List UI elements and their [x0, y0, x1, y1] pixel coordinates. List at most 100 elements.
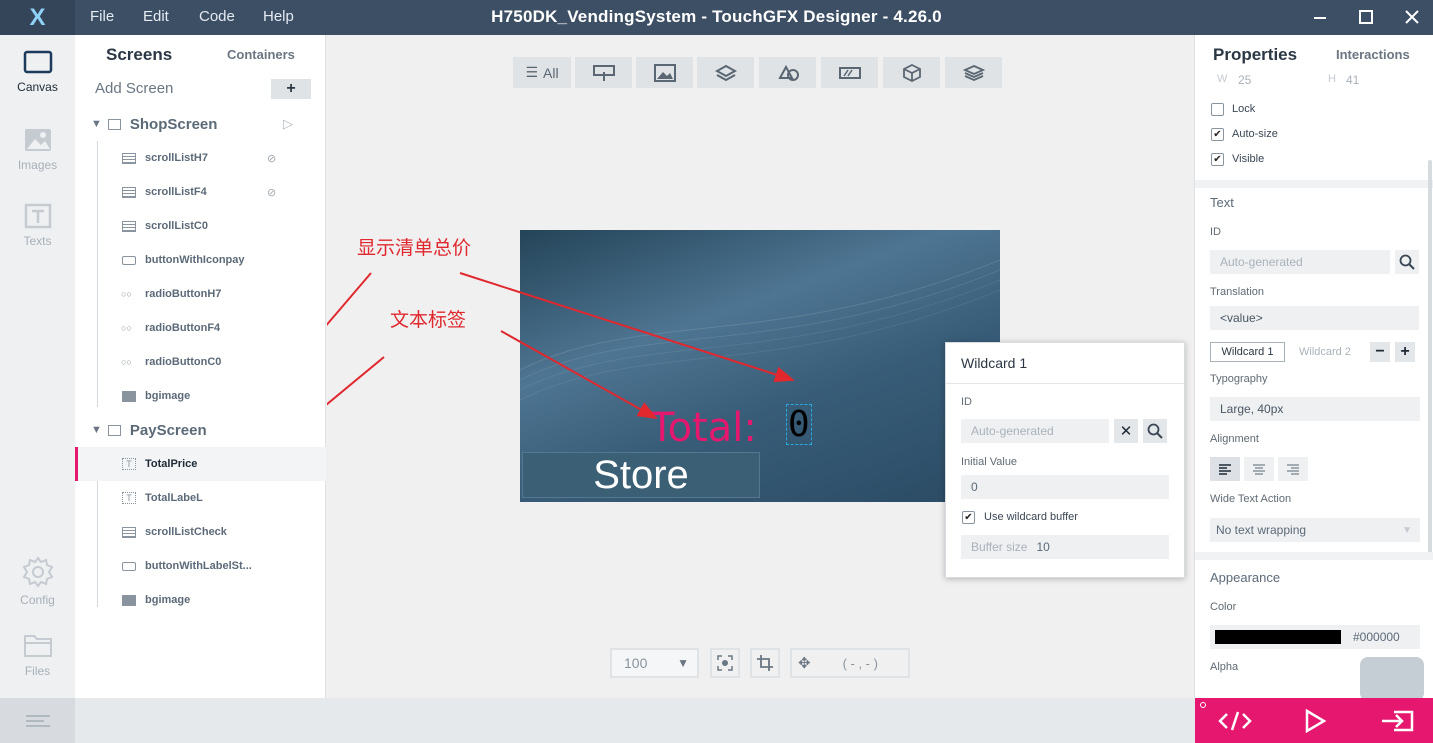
search-id-button[interactable]	[1143, 419, 1167, 443]
wildcard-id-input[interactable]: Auto-generated	[961, 419, 1109, 443]
menu-edit[interactable]: Edit	[143, 8, 169, 25]
menu-help[interactable]: Help	[263, 8, 294, 25]
color-swatch	[1215, 630, 1341, 644]
tree-row-scrolllist-h7[interactable]: scrollListH7 ⊘	[75, 141, 326, 175]
minimize-button[interactable]	[1307, 5, 1333, 29]
text-id-search-button[interactable]	[1395, 250, 1419, 274]
scrollbar[interactable]	[1428, 160, 1432, 560]
buffer-size-input[interactable]: Buffer size 10	[961, 535, 1169, 559]
scroll-list-icon	[122, 186, 136, 198]
tree-row-bgimage-pay[interactable]: bgimage	[75, 583, 326, 617]
maximize-button[interactable]	[1353, 5, 1379, 29]
tree-row-bgimage-shop[interactable]: bgimage	[75, 379, 326, 413]
folder-icon	[23, 635, 52, 657]
clear-id-button[interactable]: ✕	[1114, 419, 1138, 443]
run-target-button[interactable]	[1377, 708, 1417, 734]
widget-label: bgimage	[145, 390, 191, 402]
tree-row-button-label[interactable]: buttonWithLabelSt...	[75, 549, 326, 583]
run-simulator-button[interactable]	[1300, 708, 1330, 734]
tab-interactions[interactable]: Interactions	[1336, 47, 1410, 62]
search-icon	[1147, 423, 1163, 439]
rail-files[interactable]: Files	[0, 631, 75, 701]
add-screen-button[interactable]: +	[271, 79, 311, 99]
add-wildcard-button[interactable]: +	[1395, 342, 1415, 362]
initial-value-input[interactable]: 0	[961, 475, 1169, 499]
play-icon[interactable]: ▷	[283, 116, 293, 132]
text-id-input[interactable]: Auto-generated	[1210, 250, 1390, 274]
translation-input[interactable]: <value>	[1210, 306, 1419, 330]
screen-item-shop[interactable]: ▼ ShopScreen ▷	[75, 107, 326, 141]
menu-file[interactable]: File	[90, 8, 114, 25]
crop-button[interactable]	[750, 648, 780, 678]
use-buffer-checkbox[interactable]: ✔	[962, 511, 975, 524]
rail-config[interactable]: Config	[0, 556, 75, 626]
auto-size-checkbox[interactable]: ✔	[1211, 128, 1224, 141]
remove-wildcard-button[interactable]: −	[1370, 342, 1390, 362]
tree-row-radio-c0[interactable]: ○○ radioButtonC0	[75, 345, 326, 379]
align-right-button[interactable]	[1278, 457, 1308, 481]
align-center-button[interactable]	[1244, 457, 1274, 481]
tree-row-scrolllist-check[interactable]: scrollListCheck	[75, 515, 326, 549]
visible-label: Visible	[1232, 153, 1265, 165]
close-button[interactable]	[1399, 5, 1425, 29]
code-icon	[1218, 711, 1252, 731]
wildcard-popup[interactable]: Wildcard 1 ID Auto-generated ✕ Initial V…	[945, 342, 1185, 578]
menu-code[interactable]: Code	[199, 8, 235, 25]
typography-select[interactable]: Large, 40px	[1210, 397, 1420, 421]
section-separator	[1195, 180, 1433, 188]
chevron-down-icon[interactable]: ▼	[91, 118, 102, 130]
tree-row-radio-h7[interactable]: ○○ radioButtonH7	[75, 277, 326, 311]
wildcard-title: Wildcard 1	[961, 355, 1028, 371]
rail-images[interactable]: Images	[0, 127, 75, 197]
wide-text-select[interactable]: No text wrapping ▼	[1210, 518, 1420, 542]
align-left-icon	[1219, 464, 1231, 475]
wildcard2-tab[interactable]: Wildcard 2	[1299, 346, 1351, 358]
properties-panel: Properties Interactions W 25 H 41 Lock ✔…	[1194, 35, 1433, 701]
height-value[interactable]: 41	[1346, 73, 1359, 87]
zoom-select[interactable]: 100 ▼	[610, 648, 699, 678]
chevron-down-icon: ▼	[677, 656, 689, 670]
color-picker[interactable]: #000000	[1210, 625, 1420, 649]
radio-button-icon: ○○	[121, 323, 132, 333]
width-value[interactable]: 25	[1238, 73, 1251, 87]
hidden-icon[interactable]: ⊘	[267, 152, 276, 165]
visible-checkbox[interactable]: ✔	[1211, 153, 1224, 166]
deploy-icon	[1382, 710, 1414, 732]
rail-texts[interactable]: Texts	[0, 203, 75, 273]
tree-row-radio-f4[interactable]: ○○ radioButtonF4	[75, 311, 326, 345]
radio-button-icon: ○○	[121, 357, 132, 367]
tree-row-total-label[interactable]: T TotalLabeL	[75, 481, 326, 515]
widget-label: TotalPrice	[145, 458, 198, 470]
button-icon	[122, 255, 136, 265]
widget-label: scrollListC0	[145, 220, 208, 232]
chevron-down-icon[interactable]: ▼	[91, 424, 102, 436]
tree-row-scrolllist-c0[interactable]: scrollListC0	[75, 209, 326, 243]
rail-config-label: Config	[20, 593, 55, 607]
text-area-icon: T	[122, 458, 136, 470]
auto-size-label: Auto-size	[1232, 128, 1278, 140]
log-toggle-button[interactable]	[0, 698, 75, 743]
wide-text-label: Wide Text Action	[1210, 493, 1292, 505]
align-left-button[interactable]	[1210, 457, 1240, 481]
screens-panel: Screens Containers Add Screen + ▼ ShopSc…	[75, 35, 326, 698]
lock-checkbox[interactable]	[1211, 103, 1224, 116]
chat-bubble-icon[interactable]	[1360, 657, 1424, 701]
tree-row-button-pay[interactable]: buttonWithIconpay	[75, 243, 326, 277]
screen-item-pay[interactable]: ▼ PayScreen	[75, 413, 326, 447]
search-icon	[1399, 254, 1415, 270]
rail-canvas[interactable]: Canvas	[0, 49, 75, 119]
hidden-icon[interactable]: ⊘	[267, 186, 276, 199]
fit-screen-button[interactable]	[710, 648, 740, 678]
tab-containers[interactable]: Containers	[227, 47, 295, 62]
move-icon: ✥	[798, 655, 811, 672]
generate-code-button[interactable]	[1215, 708, 1255, 734]
close-icon	[1405, 10, 1419, 24]
tab-screens[interactable]: Screens	[106, 45, 172, 65]
crop-icon	[757, 655, 773, 671]
tree-row-scrolllist-f4[interactable]: scrollListF4 ⊘	[75, 175, 326, 209]
annotation-text-label: 文本标签	[390, 309, 467, 331]
tree-row-total-price[interactable]: T TotalPrice	[75, 447, 326, 481]
use-buffer-label: Use wildcard buffer	[984, 511, 1078, 523]
wildcard1-tab[interactable]: Wildcard 1	[1210, 342, 1285, 362]
tab-properties[interactable]: Properties	[1213, 45, 1297, 65]
